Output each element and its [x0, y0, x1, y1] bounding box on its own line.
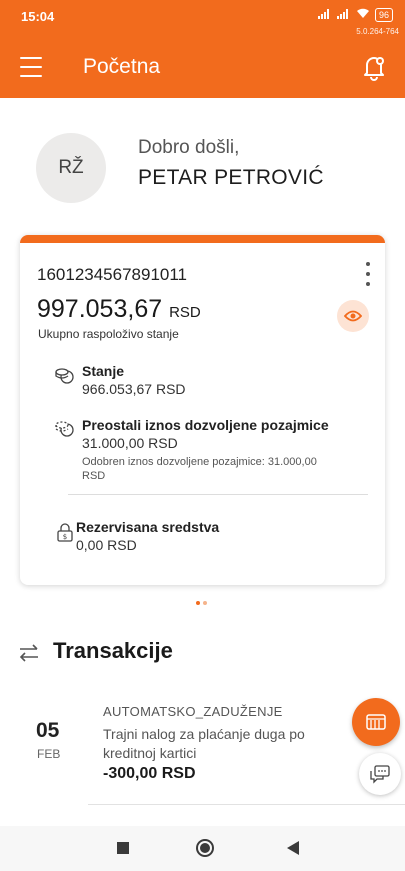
swap-arrows-icon [18, 643, 40, 663]
more-options-icon[interactable] [363, 262, 373, 286]
balance-currency: RSD [169, 304, 201, 321]
recent-apps-icon[interactable] [117, 842, 129, 854]
card-accent-bar [20, 235, 385, 243]
battery-icon: 96 [374, 8, 393, 22]
status-time: 15:04 [21, 9, 55, 24]
transaction-type[interactable]: AUTOMATSKO_ZADUŽENJE [103, 704, 283, 719]
transaction-description[interactable]: Trajni nalog za plaćanje duga po kreditn… [103, 725, 348, 763]
greeting-text: Dobro došli, [138, 137, 240, 158]
account-card[interactable]: 1601234567891011 997.053,67 RSD Ukupno r… [20, 235, 385, 585]
app-header: 15:04 96 5.0.264-764 Početna [0, 0, 405, 98]
notification-bell-icon[interactable] [359, 52, 389, 82]
svg-text:$: $ [63, 533, 67, 541]
coins-dashed-icon [54, 418, 76, 440]
home-icon[interactable] [196, 839, 214, 857]
row-sub-pozajmica: Odobren iznos dozvoljene pozajmice: 31.0… [82, 456, 317, 482]
total-balance: 997.053,67 RSD [37, 295, 201, 324]
avatar[interactable]: RŽ [36, 133, 106, 203]
carousel-dot[interactable] [203, 601, 207, 605]
status-icons: 96 [317, 8, 393, 22]
transaction-day: 05 [36, 719, 60, 742]
account-number: 1601234567891011 [37, 265, 188, 284]
row-title-rezervisana: Rezervisana sredstva [76, 519, 220, 535]
balance-amount: 997.053,67 [37, 295, 163, 323]
coins-icon [54, 365, 76, 387]
wifi-icon [356, 8, 370, 22]
signal-icon [317, 8, 332, 22]
atm-card-button[interactable] [352, 698, 400, 746]
card-divider [68, 494, 368, 495]
page-title: Početna [83, 55, 161, 78]
main-content: RŽ Dobro došli, PETAR PETROVIĆ 160123456… [0, 98, 405, 826]
chat-button[interactable] [359, 753, 401, 795]
signal-icon-2 [336, 8, 351, 22]
row-value-stanje: 966.053,67 RSD [82, 381, 186, 397]
row-title-stanje: Stanje [82, 363, 125, 379]
row-value-pozajmica: 31.000,00 RSD [82, 435, 178, 451]
carousel-indicator [196, 601, 207, 605]
transactions-title: Transakcije [53, 638, 173, 663]
lock-icon: $ [54, 521, 76, 543]
back-icon[interactable] [287, 841, 299, 855]
transaction-amount[interactable]: -300,00 RSD [103, 765, 196, 783]
system-navigation-bar [0, 826, 405, 871]
row-title-pozajmica: Preostali iznos dozvoljene pozajmice [82, 417, 329, 433]
app-version: 5.0.264-764 [356, 27, 399, 36]
transaction-divider [88, 804, 405, 805]
row-value-rezervisana: 0,00 RSD [76, 537, 137, 553]
user-name: PETAR PETROVIĆ [138, 166, 324, 189]
carousel-dot-active[interactable] [196, 601, 200, 605]
menu-icon[interactable] [20, 57, 42, 77]
balance-label: Ukupno raspoloživo stanje [38, 327, 179, 341]
transaction-month: FEB [37, 747, 61, 761]
eye-icon[interactable] [337, 300, 369, 332]
